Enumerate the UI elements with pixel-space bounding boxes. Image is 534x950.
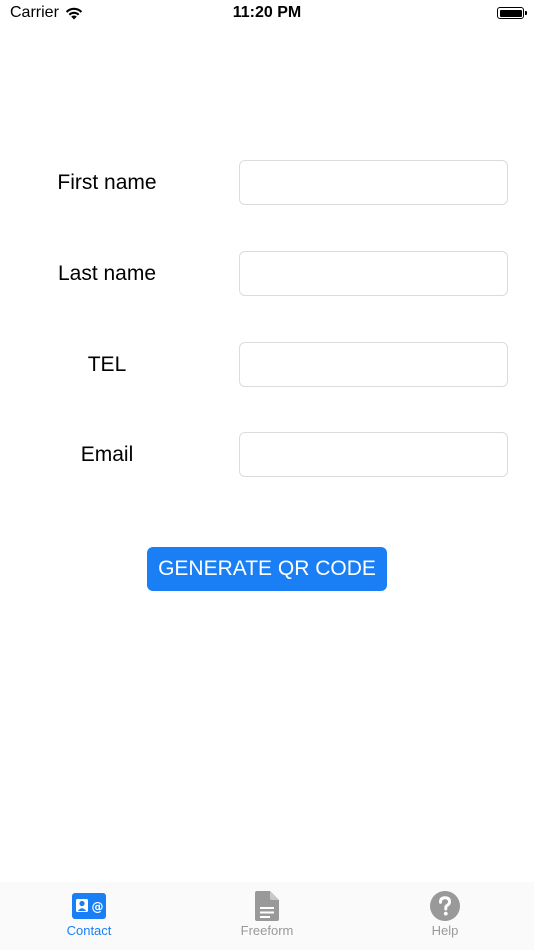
tel-field[interactable] [239,342,508,387]
status-bar: Carrier 11:20 PM [0,0,534,28]
tel-row: TEL [0,342,534,388]
first-name-row: First name [0,160,534,206]
last-name-label: Last name [57,262,157,285]
tab-help[interactable]: Help [356,890,534,946]
status-time: 11:20 PM [232,4,302,21]
last-name-field[interactable] [239,251,508,296]
tab-contact[interactable]: @ Contact [0,890,178,946]
tel-label: TEL [87,353,127,376]
document-icon [255,891,279,921]
battery-icon [497,7,527,19]
question-icon [430,891,460,921]
email-label: Email [80,443,134,466]
email-row: Email [0,432,534,478]
contact-card-icon: @ [72,893,106,919]
first-name-label: First name [57,171,157,194]
first-name-field[interactable] [239,160,508,205]
tab-freeform[interactable]: Freeform [178,890,356,946]
tab-help-label: Help [431,923,459,938]
tab-bar: @ Contact Freeform Help [0,882,534,950]
email-field[interactable] [239,432,508,477]
last-name-row: Last name [0,251,534,297]
battery-cap [525,11,527,15]
tab-freeform-label: Freeform [240,923,294,938]
svg-text:@: @ [92,900,104,914]
battery-level [499,9,522,17]
generate-qr-code-button[interactable]: GENERATE QR CODE [147,547,387,591]
tab-contact-label: Contact [66,923,112,938]
